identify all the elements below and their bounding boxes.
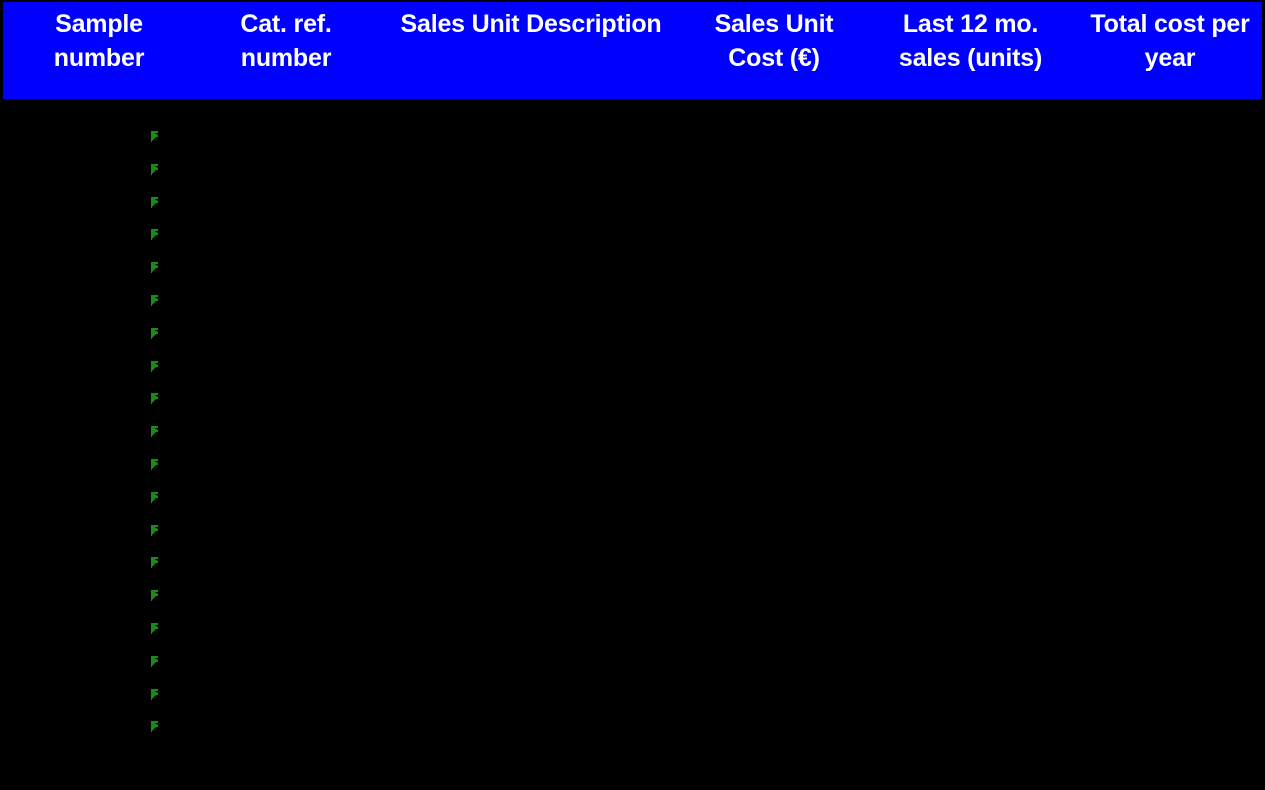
green-flag-icon — [151, 590, 162, 602]
table-row[interactable] — [0, 653, 1265, 686]
column-header-sales-unit-cost[interactable]: Sales Unit Cost (€) — [685, 2, 863, 75]
table-row[interactable] — [0, 325, 1265, 358]
table-row[interactable] — [0, 620, 1265, 653]
table-row[interactable] — [0, 390, 1265, 423]
green-flag-icon — [151, 327, 162, 339]
column-header-sample-number[interactable]: Sample number — [3, 2, 195, 75]
green-flag-icon — [151, 393, 162, 405]
table-row[interactable] — [0, 194, 1265, 227]
table-row[interactable] — [0, 718, 1265, 751]
column-header-last-12-mo-sales[interactable]: Last 12 mo. sales (units) — [863, 2, 1078, 75]
green-flag-icon — [151, 557, 162, 569]
green-flag-icon — [151, 131, 162, 142]
table-body — [0, 101, 1265, 790]
table-row[interactable] — [0, 358, 1265, 391]
green-flag-icon — [151, 524, 162, 536]
table-row[interactable] — [0, 554, 1265, 587]
green-flag-icon — [151, 360, 162, 372]
table-row[interactable] — [0, 292, 1265, 325]
green-flag-icon — [151, 655, 162, 667]
column-header-cat-ref-number[interactable]: Cat. ref. number — [195, 2, 377, 75]
green-flag-icon — [151, 688, 162, 700]
table-row[interactable] — [0, 423, 1265, 456]
green-flag-icon — [151, 229, 162, 241]
green-flag-icon — [151, 196, 162, 208]
table-row[interactable] — [0, 226, 1265, 259]
table-row[interactable] — [0, 456, 1265, 489]
green-flag-icon — [151, 163, 162, 175]
column-header-total-cost-per-year[interactable]: Total cost per year — [1078, 2, 1262, 75]
green-flag-icon — [151, 491, 162, 503]
green-flag-icon — [151, 623, 162, 634]
green-flag-icon — [151, 295, 162, 306]
table-row[interactable] — [0, 587, 1265, 620]
green-flag-icon — [151, 459, 162, 470]
column-header-sales-unit-description[interactable]: Sales Unit Description — [377, 2, 685, 41]
table-row[interactable] — [0, 522, 1265, 555]
table-row[interactable] — [0, 489, 1265, 522]
table-row[interactable] — [0, 259, 1265, 292]
table-row[interactable] — [0, 161, 1265, 194]
page-root: Sample number Cat. ref. number Sales Uni… — [0, 0, 1265, 790]
table-header-row: Sample number Cat. ref. number Sales Uni… — [0, 0, 1265, 101]
green-flag-icon — [151, 721, 162, 733]
table-row[interactable] — [0, 686, 1265, 719]
green-flag-icon — [151, 426, 162, 438]
table-row[interactable] — [0, 128, 1265, 161]
green-flag-icon — [151, 262, 162, 274]
